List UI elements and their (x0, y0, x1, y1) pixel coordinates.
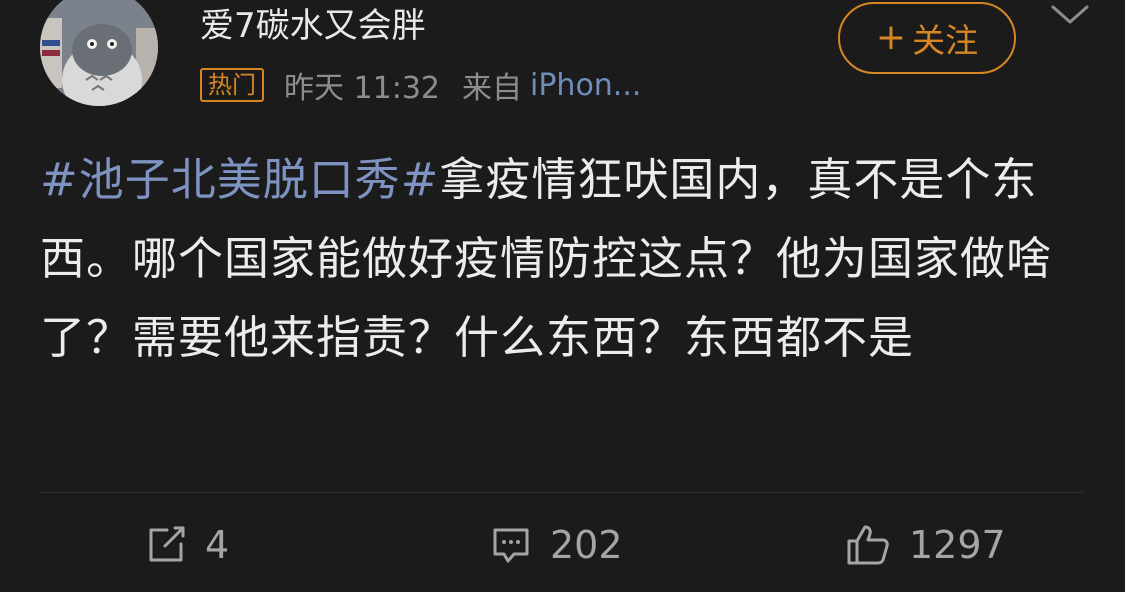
chevron-down-icon[interactable] (1050, 2, 1090, 28)
plus-icon: + (875, 17, 907, 58)
author-name[interactable]: 爱7碳水又会胖 (200, 6, 426, 46)
follow-button[interactable]: + 关注 (838, 2, 1016, 74)
repost-count: 4 (205, 523, 230, 567)
post-meta: 热门 昨天 11:32 来自 iPhon... (200, 66, 641, 106)
action-bar: 4 202 1297 (0, 515, 1125, 575)
totoro-avatar-icon (40, 0, 158, 106)
repost-button[interactable]: 4 (145, 515, 229, 575)
hot-badge: 热门 (200, 68, 264, 102)
author-avatar[interactable] (40, 0, 158, 106)
post-content: #池子北美脱口秀#拿疫情狂吠国内，真不是个东西。哪个国家能做好疫情防控这点？他为… (40, 140, 1090, 377)
source-device-link[interactable]: iPhon... (530, 68, 641, 103)
like-button[interactable]: 1297 (845, 515, 1006, 575)
weibo-post-card: 爱7碳水又会胖 热门 昨天 11:32 来自 iPhon... + 关注 #池子… (0, 0, 1125, 592)
comment-count: 202 (550, 523, 623, 567)
like-count: 1297 (909, 523, 1006, 567)
thumbs-up-icon (847, 525, 889, 565)
divider (40, 492, 1084, 493)
comment-icon (493, 528, 529, 563)
repost-icon (149, 526, 185, 562)
comment-button[interactable]: 202 (490, 515, 623, 575)
post-time: 昨天 11:32 (284, 71, 440, 106)
source-label: 来自 (462, 71, 522, 106)
follow-label: 关注 (912, 21, 979, 60)
hashtag-link[interactable]: #池子北美脱口秀# (40, 153, 439, 206)
